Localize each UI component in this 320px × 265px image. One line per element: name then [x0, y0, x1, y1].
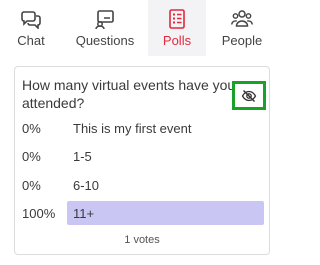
option-bar: 11+ [67, 201, 264, 225]
hide-poll-button[interactable] [232, 81, 266, 110]
tab-people[interactable]: People [206, 0, 278, 56]
option-text: 11+ [73, 205, 95, 221]
option-percent: 0% [22, 120, 41, 136]
option-bar-fill [67, 201, 264, 225]
option-percent: 0% [22, 177, 41, 193]
option-percent: 0% [22, 148, 41, 164]
poll-option[interactable]: 0% This is my first event [22, 116, 264, 140]
eye-slash-icon [241, 89, 257, 102]
vote-count: 1 votes [124, 234, 160, 246]
people-icon [231, 10, 253, 27]
questions-icon [95, 10, 114, 29]
poll-card: How many virtual events have you attende… [14, 66, 270, 255]
tab-chat-label: Chat [17, 33, 45, 48]
poll-option[interactable]: 0% 6-10 [22, 173, 264, 197]
polls-icon [169, 9, 185, 29]
tab-polls[interactable]: Polls [148, 0, 206, 56]
tab-questions[interactable]: Questions [62, 0, 148, 56]
poll-option[interactable]: 0% 1-5 [22, 144, 264, 168]
polls-panel: Chat Questions Polls People How many vir… [0, 0, 278, 265]
option-bar: This is my first event [67, 116, 264, 140]
tab-questions-label: Questions [75, 33, 135, 48]
option-text: This is my first event [73, 120, 192, 136]
tab-people-label: People [221, 33, 263, 48]
option-percent: 100% [22, 205, 56, 221]
tab-chat[interactable]: Chat [0, 0, 62, 56]
option-text: 1-5 [73, 148, 92, 164]
poll-option[interactable]: 100% 11+ [22, 201, 264, 225]
poll-question: How many virtual events have you attende… [22, 77, 236, 111]
tab-polls-label: Polls [162, 33, 192, 48]
option-bar: 6-10 [67, 173, 264, 197]
option-bar: 1-5 [67, 144, 264, 168]
chat-icon [21, 11, 41, 29]
option-text: 6-10 [73, 177, 100, 193]
tab-bar: Chat Questions Polls People [0, 0, 278, 56]
